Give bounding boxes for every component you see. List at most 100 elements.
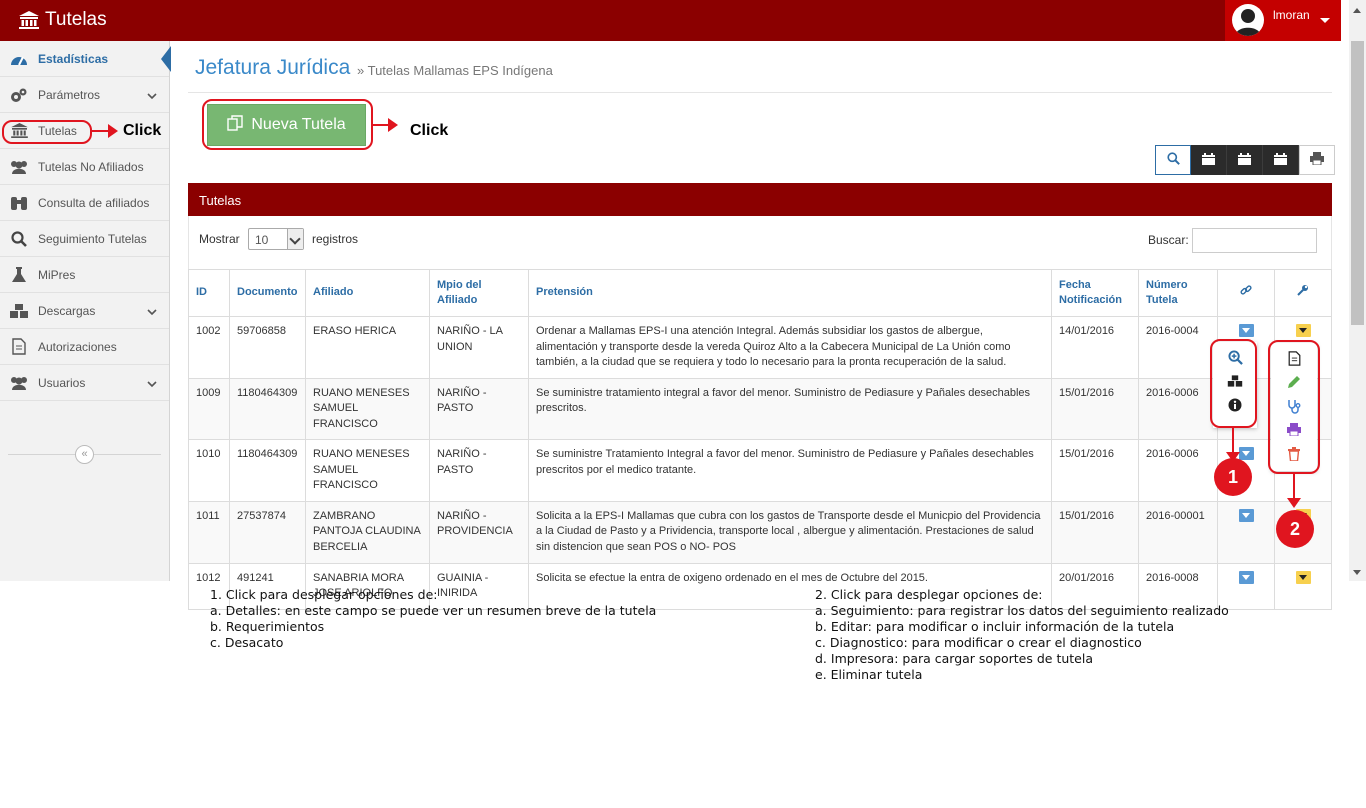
sidebar-item-label: MiPres xyxy=(38,267,76,282)
sidebar-item-parametros[interactable]: Parámetros xyxy=(0,77,169,113)
search-label: Buscar: xyxy=(1148,233,1189,247)
sidebar-item-autorizaciones[interactable]: Autorizaciones xyxy=(0,329,169,365)
scroll-up-icon[interactable] xyxy=(1353,8,1361,13)
note-line: c. Desacato xyxy=(210,635,284,650)
note-line: b. Editar: para modificar o incluir info… xyxy=(815,619,1175,634)
export-button-3[interactable] xyxy=(1263,145,1299,175)
annotation-click-sidebar: Click xyxy=(123,122,162,139)
options-dropdown-button[interactable] xyxy=(1238,447,1254,460)
cell-pretension: Se suministre Tratamiento Integral a fav… xyxy=(528,439,1052,502)
note-line: a. Detalles: en este campo se puede ver … xyxy=(210,603,657,618)
calendar-icon xyxy=(1274,152,1287,168)
sidebar-item-descargas[interactable]: Descargas xyxy=(0,293,169,329)
search-icon xyxy=(0,230,38,247)
chevron-down-icon xyxy=(147,89,157,103)
actions-dropdown-button[interactable] xyxy=(1295,324,1311,337)
caret-down-icon xyxy=(1320,18,1330,23)
cell-documento: 59706858 xyxy=(229,316,306,379)
user-menu[interactable]: lmoran xyxy=(1225,0,1341,41)
cell-actions xyxy=(1274,562,1332,610)
print-button[interactable] xyxy=(1299,145,1335,175)
page-size-value: 10 xyxy=(255,233,269,247)
tutelas-table: ID Documento Afiliado Mpio del Afiliado … xyxy=(188,269,1332,610)
cell-documento: 1180464309 xyxy=(229,377,306,440)
scroll-down-icon[interactable] xyxy=(1353,570,1361,575)
column-header-mpio[interactable]: Mpio del Afiliado xyxy=(429,269,529,317)
options-dropdown-button[interactable] xyxy=(1238,570,1254,584)
sidebar-item-label: Tutelas No Afiliados xyxy=(38,159,144,174)
note-line: e. Eliminar tutela xyxy=(815,667,923,682)
records-label: registros xyxy=(312,232,359,246)
copy-icon xyxy=(227,114,244,136)
annotation-arrow xyxy=(1226,428,1240,462)
page-scrollbar[interactable] xyxy=(1349,0,1366,581)
options-dropdown-button[interactable] xyxy=(1238,508,1254,522)
sidebar-item-seguimiento-tutelas[interactable]: Seguimiento Tutelas xyxy=(0,221,169,257)
bank-icon xyxy=(19,11,39,29)
export-button-1[interactable] xyxy=(1191,145,1227,175)
table-toolbar xyxy=(1155,145,1335,175)
chevron-down-icon xyxy=(147,377,157,391)
user-name: lmoran xyxy=(1273,8,1310,22)
sidebar-item-label: Usuarios xyxy=(38,375,86,390)
new-tutela-button[interactable]: Nueva Tutela xyxy=(207,104,366,146)
cell-fecha: 15/01/2016 xyxy=(1051,500,1139,564)
notes-left: 1. Click para desplegar opciones de: a. … xyxy=(210,587,656,651)
page-size-select[interactable]: 10 xyxy=(248,228,304,250)
cubes-icon xyxy=(0,303,38,319)
actions-dropdown-button[interactable] xyxy=(1295,570,1311,584)
column-header-documento[interactable]: Documento xyxy=(229,269,306,317)
gears-icon xyxy=(0,87,38,103)
app-brand[interactable]: Tutelas xyxy=(19,9,107,31)
column-header-pretension[interactable]: Pretensión xyxy=(528,269,1052,317)
column-header-numero[interactable]: Número Tutela xyxy=(1138,269,1218,317)
sidebar-item-usuarios[interactable]: Usuarios xyxy=(0,365,169,401)
cell-pretension: Se suministre tratamiento integral a fav… xyxy=(528,377,1052,440)
scrollbar-thumb[interactable] xyxy=(1351,41,1364,325)
annotation-click-button: Click xyxy=(410,122,449,139)
sidebar-item-label: Consulta de afiliados xyxy=(38,195,150,210)
sidebar-item-label: Descargas xyxy=(38,303,96,318)
annotation-box-sidebar xyxy=(2,120,92,144)
panel-header: Tutelas xyxy=(188,183,1332,216)
sidebar-item-estadisticas[interactable]: Estadísticas xyxy=(0,41,169,77)
options-dropdown-button[interactable] xyxy=(1238,324,1254,337)
cell-numero: 2016-0006 xyxy=(1138,439,1218,502)
column-header-afiliado[interactable]: Afiliado xyxy=(305,269,430,317)
annotation-arrow xyxy=(373,118,398,132)
table-row[interactable]: 1010 1180464309 RUANO MENESES SAMUEL FRA… xyxy=(188,439,1332,502)
cell-numero: 2016-0004 xyxy=(1138,316,1218,379)
column-header-fecha[interactable]: Fecha Notificación xyxy=(1051,269,1139,317)
cell-id: 1009 xyxy=(188,377,230,440)
note-line: b. Requerimientos xyxy=(210,619,325,634)
cell-pretension: Solicita a la EPS-I Mallamas que cubra c… xyxy=(528,500,1052,564)
export-button-2[interactable] xyxy=(1227,145,1263,175)
cell-afiliado: ZAMBRANO PANTOJA CLAUDINA BERCELIA xyxy=(305,500,430,564)
annotation-box-options xyxy=(1210,339,1257,428)
table-search-input[interactable] xyxy=(1192,228,1317,253)
panel-title: Tutelas xyxy=(199,193,242,208)
chevron-down-icon xyxy=(287,229,303,249)
calendar-icon xyxy=(1202,152,1215,168)
annotation-arrow xyxy=(1287,474,1301,508)
search-icon xyxy=(1166,152,1180,168)
column-header-links xyxy=(1217,269,1275,317)
cell-numero: 2016-0006 xyxy=(1138,377,1218,440)
sidebar-item-consulta-afiliados[interactable]: Consulta de afiliados xyxy=(0,185,169,221)
sidebar-item-mipres[interactable]: MiPres xyxy=(0,257,169,293)
column-header-id[interactable]: ID xyxy=(188,269,230,317)
table-row[interactable]: 1009 1180464309 RUANO MENESES SAMUEL FRA… xyxy=(188,377,1332,440)
collapse-sidebar-button[interactable]: « xyxy=(75,445,94,464)
sidebar-item-tutelas-no-afiliados[interactable]: Tutelas No Afiliados xyxy=(0,149,169,185)
table-row[interactable]: 1002 59706858 ERASO HERICA NARIÑO - LA U… xyxy=(188,316,1332,379)
page-title: Jefatura Jurídica xyxy=(195,56,351,79)
note-line: 1. Click para desplegar opciones de: xyxy=(210,587,438,602)
cell-documento: 27537874 xyxy=(229,500,306,564)
note-line: a. Seguimiento: para registrar los datos… xyxy=(815,603,1229,618)
document-icon xyxy=(0,338,38,355)
breadcrumb: » Tutelas Mallamas EPS Indígena xyxy=(357,63,553,78)
search-button[interactable] xyxy=(1155,145,1191,175)
new-tutela-label: Nueva Tutela xyxy=(251,116,346,133)
note-line: 2. Click para desplegar opciones de: xyxy=(815,587,1043,602)
table-row[interactable]: 1011 27537874 ZAMBRANO PANTOJA CLAUDINA … xyxy=(188,500,1332,564)
